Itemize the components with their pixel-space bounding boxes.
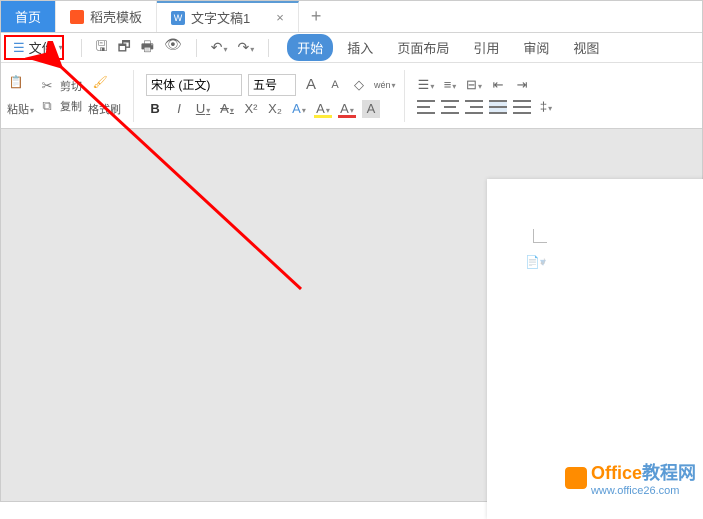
print-preview-icon[interactable]: 🗗 (118, 36, 131, 60)
page-margin-marker (533, 229, 547, 243)
separator (268, 39, 269, 57)
menu-reference[interactable]: 引用 (463, 34, 509, 61)
underline-button[interactable]: U (194, 100, 212, 118)
separator (196, 39, 197, 57)
align-center-button[interactable] (441, 100, 459, 114)
align-justify-button[interactable] (489, 100, 507, 114)
plus-icon: + (311, 6, 322, 27)
ribbon: 📋 粘贴 ✂ 剪切 ⧉ 复制 🖌 格式刷 A A ◇ wén B I U A (1, 63, 702, 129)
shrink-font-icon[interactable]: A (326, 76, 344, 94)
watermark-title-cn: 教程网 (642, 463, 696, 483)
office-logo-icon (565, 467, 587, 489)
bold-button[interactable]: B (146, 100, 164, 118)
tab-template[interactable]: 稻壳模板 (56, 1, 157, 32)
tab-document-label: 文字文稿1 (191, 8, 250, 27)
watermark-url: www.office26.com (591, 485, 696, 497)
font-name-select[interactable] (146, 74, 242, 96)
tab-bar: 首页 稻壳模板 W 文字文稿1 × + (1, 1, 702, 33)
menu-layout[interactable]: 页面布局 (387, 34, 459, 61)
align-right-button[interactable] (465, 100, 483, 114)
file-label: 文件 (29, 38, 55, 57)
line-spacing-button[interactable]: ‡ (537, 98, 555, 116)
quick-access-toolbar: 🖫 🗗 🖶 👁 (88, 36, 190, 60)
print-icon[interactable]: 🖶 (141, 36, 154, 60)
tab-document[interactable]: W 文字文稿1 × (157, 1, 299, 32)
menu-review[interactable]: 审阅 (513, 34, 559, 61)
redo-button[interactable]: ↷ (238, 39, 255, 56)
document-workspace: 📄▾ ↲ (1, 129, 702, 501)
align-left-button[interactable] (417, 100, 435, 114)
clear-format-icon[interactable]: ◇ (350, 76, 368, 94)
watermark: Office教程网 www.office26.com (565, 459, 696, 497)
menu-view[interactable]: 视图 (563, 34, 609, 61)
format-painter-icon[interactable]: 🖌 (93, 75, 117, 99)
decrease-indent-button[interactable]: ⇤ (489, 76, 507, 94)
font-color-button[interactable]: A (338, 100, 356, 118)
char-shading-button[interactable]: A (362, 100, 380, 118)
watermark-title-en: Office (591, 463, 642, 483)
clipboard-small-group: ✂ 剪切 ⧉ 复制 (40, 78, 82, 114)
separator (133, 70, 134, 122)
menu-tabs: 开始 插入 页面布局 引用 审阅 视图 (287, 34, 609, 61)
scissors-icon[interactable]: ✂ (40, 78, 54, 94)
grow-font-icon[interactable]: A (302, 76, 320, 94)
format-painter-label[interactable]: 格式刷 (88, 101, 121, 117)
highlight-button[interactable]: A (314, 100, 332, 118)
quick-access-row: ☰ 文件 ▾ 🖫 🗗 🖶 👁 ↶ ↷ 开始 插入 页面布局 引用 审阅 视图 (1, 33, 702, 63)
paragraph-group: ☰ ≡ ⊟ ⇤ ⇥ ‡ (417, 76, 555, 116)
menu-start[interactable]: 开始 (287, 34, 333, 61)
cursor-mark: ↲ (539, 257, 547, 268)
strike-button[interactable]: A (218, 100, 236, 118)
separator (81, 39, 82, 57)
italic-button[interactable]: I (170, 100, 188, 118)
hamburger-icon: ☰ (13, 40, 25, 56)
numbering-button[interactable]: ≡ (441, 76, 459, 94)
copy-icon[interactable]: ⧉ (40, 98, 54, 114)
dropdown-icon: ▾ (59, 43, 63, 52)
phonetic-icon[interactable]: wén (374, 76, 392, 94)
font-group: A A ◇ wén B I U A X² X₂ A A A A (146, 74, 392, 118)
tab-home-label: 首页 (15, 7, 41, 26)
file-menu-button[interactable]: ☰ 文件 ▾ (5, 35, 71, 60)
font-size-select[interactable] (248, 74, 296, 96)
increase-indent-button[interactable]: ⇥ (513, 76, 531, 94)
clipboard-icon[interactable]: 📋 (9, 75, 33, 99)
paste-label[interactable]: 粘贴 (7, 101, 34, 117)
close-icon[interactable]: × (276, 10, 284, 25)
wps-icon (70, 10, 84, 24)
cut-label[interactable]: 剪切 (60, 78, 82, 94)
menu-insert[interactable]: 插入 (337, 34, 383, 61)
preview-icon[interactable]: 👁 (164, 36, 182, 60)
tab-home[interactable]: 首页 (1, 1, 56, 32)
superscript-button[interactable]: X² (242, 100, 260, 118)
align-distribute-button[interactable] (513, 100, 531, 114)
separator (404, 70, 405, 122)
undo-button[interactable]: ↶ (211, 39, 228, 56)
tab-template-label: 稻壳模板 (90, 7, 142, 26)
multilevel-button[interactable]: ⊟ (465, 76, 483, 94)
subscript-button[interactable]: X₂ (266, 100, 284, 118)
text-effects-button[interactable]: A (290, 100, 308, 118)
copy-label[interactable]: 复制 (60, 98, 82, 114)
new-tab-button[interactable]: + (299, 1, 334, 32)
format-painter-group: 🖌 格式刷 (88, 75, 121, 117)
word-doc-icon: W (171, 11, 185, 25)
undo-redo-group: ↶ ↷ (203, 39, 263, 56)
save-icon[interactable]: 🖫 (96, 36, 108, 60)
bullets-button[interactable]: ☰ (417, 76, 435, 94)
paste-group: 📋 粘贴 (7, 75, 34, 117)
